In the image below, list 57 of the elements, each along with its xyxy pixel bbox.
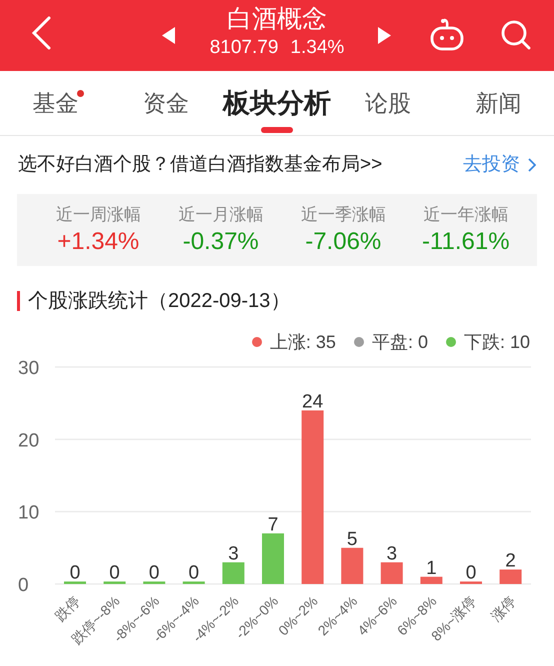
- bar: [64, 582, 86, 584]
- bar-value-label: 0: [109, 562, 120, 584]
- bar: [460, 582, 482, 584]
- bar-value-label: 0: [70, 562, 80, 584]
- bar: [262, 533, 284, 584]
- legend-label: 平盘: 0: [372, 330, 428, 354]
- bar: [341, 548, 364, 584]
- stat-label: 近一周涨幅: [56, 204, 141, 226]
- stat-value: -7.06%: [305, 227, 382, 257]
- bar: [104, 582, 126, 584]
- bar: [222, 562, 244, 584]
- stat-value: +1.34%: [57, 227, 140, 257]
- legend-label: 下跌: 10: [464, 330, 530, 354]
- header-title: 白酒概念: [227, 4, 327, 35]
- tab[interactable]: 板块分析: [222, 71, 332, 135]
- section-title: 个股涨跌统计（2022-09-13）: [28, 289, 290, 314]
- bar-value-label: 2: [505, 550, 516, 572]
- x-axis-label: 跌停: [52, 592, 84, 624]
- bar-value-label: 24: [302, 391, 324, 412]
- bar: [420, 576, 442, 584]
- tab[interactable]: 资金: [110, 71, 222, 135]
- stat-value: -0.37%: [182, 227, 259, 257]
- y-axis-label: 0: [18, 575, 29, 596]
- bar-value-label: 3: [228, 543, 239, 564]
- bar-value-label: 0: [466, 562, 476, 584]
- bar: [143, 582, 166, 584]
- stat-label: 近一季涨幅: [300, 204, 386, 226]
- bar: [182, 582, 205, 584]
- bar: [380, 562, 403, 584]
- x-axis-label: 涨停: [488, 592, 519, 624]
- y-axis-label: 20: [18, 430, 40, 452]
- bar-value-label: 3: [386, 543, 398, 564]
- y-axis-label: 30: [18, 358, 40, 379]
- promo-text: 选不好白酒个股？借道白酒指数基金布局>>: [18, 152, 382, 177]
- index-price: 8107.79: [210, 36, 278, 60]
- invest-link[interactable]: 去投资: [463, 150, 536, 180]
- next-icon[interactable]: [377, 27, 391, 44]
- stat-label: 近一月涨幅: [178, 204, 264, 226]
- stat-value: -11.61%: [422, 227, 510, 257]
- chevron-right-icon: [528, 158, 536, 172]
- y-axis-label: 10: [18, 502, 40, 524]
- tab[interactable]: 基金: [0, 71, 111, 135]
- legend-label: 上涨: 35: [270, 330, 336, 354]
- bar-value-label: 0: [148, 562, 160, 584]
- bar-value-label: 7: [268, 514, 278, 536]
- back-icon[interactable]: [30, 16, 52, 50]
- previous-icon[interactable]: [162, 27, 176, 44]
- stat-label: 近一年涨幅: [423, 204, 508, 226]
- bar-value-label: 0: [188, 562, 200, 584]
- bar-value-label: 1: [426, 558, 437, 579]
- index-change: 1.34%: [290, 36, 344, 60]
- bar: [500, 570, 522, 584]
- bar-value-label: 5: [346, 528, 358, 550]
- tab[interactable]: 新闻: [443, 71, 554, 135]
- search-icon[interactable]: [500, 19, 532, 51]
- robot-icon[interactable]: [430, 18, 464, 51]
- tab[interactable]: 论股: [332, 71, 444, 135]
